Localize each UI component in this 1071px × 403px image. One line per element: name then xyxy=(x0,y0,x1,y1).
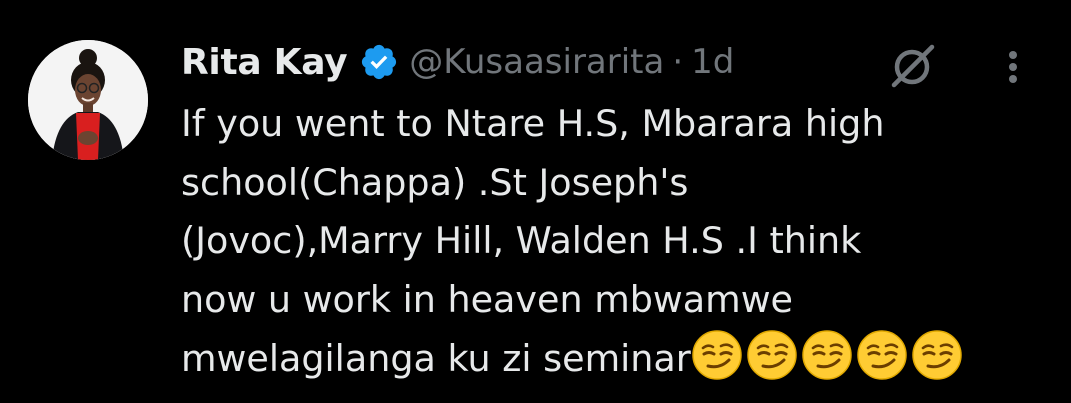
more-options-button[interactable] xyxy=(996,42,1030,92)
emoji-row xyxy=(691,330,966,380)
smirking-face-emoji-icon xyxy=(746,329,798,381)
author-avatar[interactable] xyxy=(28,40,148,160)
tweet-timestamp[interactable]: 1d xyxy=(691,42,734,82)
more-options-icon xyxy=(1009,51,1017,83)
smirking-face-emoji-icon xyxy=(801,329,853,381)
tweet-header: Rita Kay @Kusaasirarita · 1d xyxy=(181,38,734,86)
profile-photo-icon xyxy=(28,40,148,160)
tweet-text-line: now u work in heaven mbwamwe xyxy=(181,277,794,321)
tweet-text-line: If you went to Ntare H.S, Mbarara high xyxy=(181,102,885,145)
smirking-face-emoji-icon xyxy=(911,329,963,381)
tweet-text-line-last: mwelagilanga ku zi seminar xyxy=(181,329,1061,389)
tweet-card[interactable]: Rita Kay @Kusaasirarita · 1d If you went… xyxy=(0,0,1071,403)
tweet-text-line: school(Chappa) .St Joseph's xyxy=(181,160,689,204)
header-separator: · xyxy=(672,42,684,82)
author-handle[interactable]: @Kusaasirarita xyxy=(409,42,664,82)
grok-button[interactable] xyxy=(888,40,938,90)
smirking-face-emoji-icon xyxy=(691,329,743,381)
grok-icon xyxy=(891,44,935,88)
tweet-text-line: mwelagilanga ku zi seminar xyxy=(181,337,691,380)
tweet-text-line: (Jovoc),Marry Hill, Walden H.S .I think xyxy=(181,219,862,262)
verified-badge-icon[interactable] xyxy=(359,42,399,82)
author-display-name[interactable]: Rita Kay xyxy=(181,42,348,83)
tweet-text: If you went to Ntare H.S, Mbarara high s… xyxy=(181,95,1061,389)
smirking-face-emoji-icon xyxy=(856,329,908,381)
